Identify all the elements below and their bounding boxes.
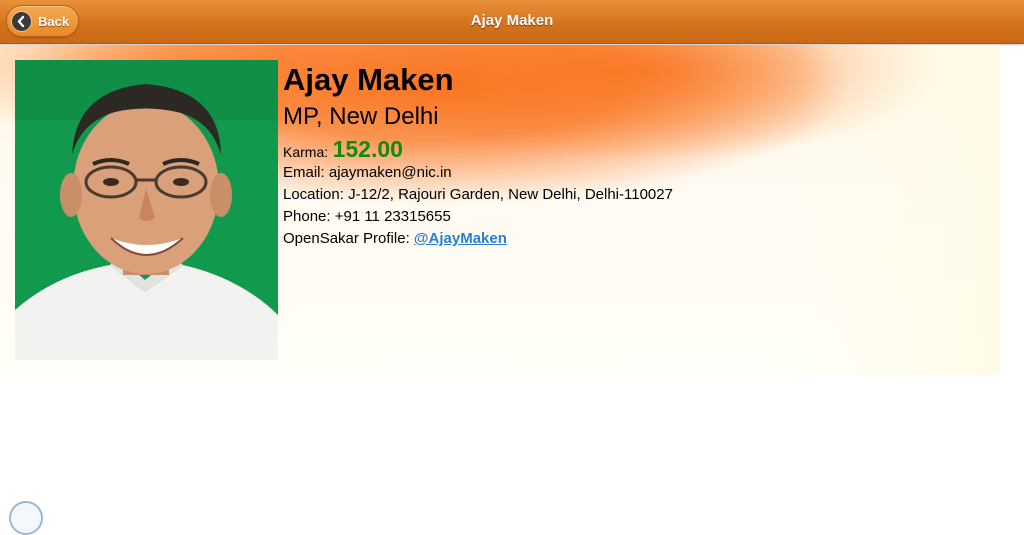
location-row: Location: J-12/2, Rajouri Garden, New De… [283, 184, 673, 206]
location-value: J-12/2, Rajouri Garden, New Delhi, Delhi… [348, 186, 673, 203]
profile-designation: MP, New Delhi [283, 103, 439, 130]
phone-value: +91 11 23315655 [334, 208, 451, 225]
email-row: Email: ajaymaken@nic.in [283, 162, 673, 184]
profile-info: Ajay Maken MP, New Delhi Karma: 152.00 E… [283, 60, 673, 250]
location-label: Location: [283, 186, 344, 203]
karma-label: Karma: [283, 144, 329, 160]
partial-circle-icon[interactable] [9, 501, 43, 535]
page-title: Ajay Maken [470, 12, 554, 29]
opensakar-label: OpenSakar Profile: [283, 230, 410, 247]
opensakar-profile-link[interactable]: @AjayMaken [414, 230, 507, 247]
karma-value: 152.00 [332, 136, 403, 162]
opensakar-row: OpenSakar Profile: @AjayMaken [283, 228, 673, 250]
phone-row: Phone: +91 11 23315655 [283, 206, 673, 228]
app-header: Back Ajay Maken [0, 0, 1024, 44]
profile-photo [15, 60, 278, 360]
email-value: ajaymaken@nic.in [328, 164, 452, 181]
email-label: Email: [283, 164, 325, 181]
karma-row: Karma: 152.00 [283, 136, 673, 162]
phone-label: Phone: [283, 208, 331, 225]
profile-name: Ajay Maken [283, 62, 454, 97]
